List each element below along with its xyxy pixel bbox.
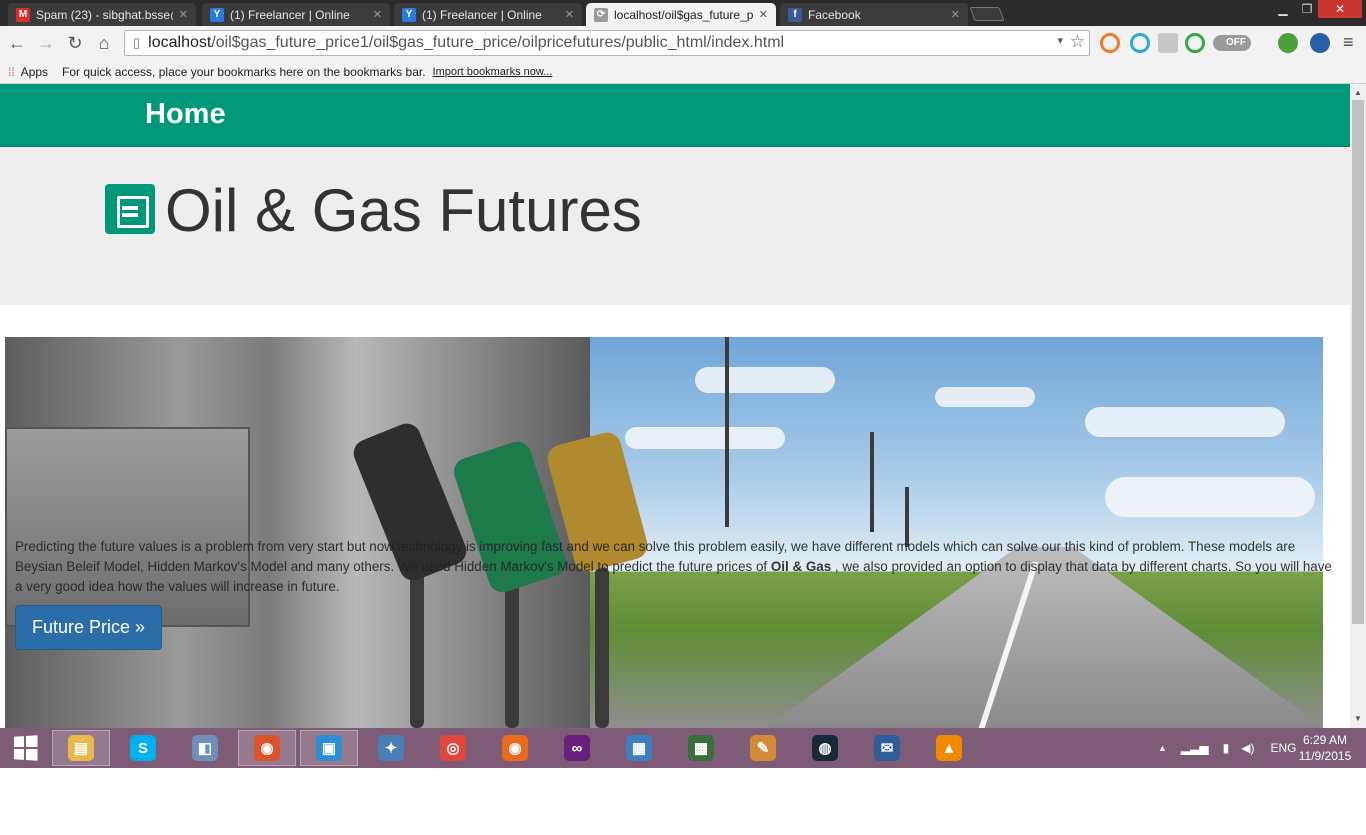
taskbar-app-button[interactable]: ◎ bbox=[424, 730, 482, 766]
page-icon: ▯ bbox=[133, 35, 141, 50]
scroll-down-icon[interactable]: ▼ bbox=[1354, 714, 1362, 723]
bookmarks-hint: For quick access, place your bookmarks h… bbox=[62, 64, 426, 79]
taskbar-app-button[interactable]: S bbox=[114, 730, 172, 766]
gmail-icon: M bbox=[16, 7, 30, 22]
tab-label: localhost/oil$gas_future_p bbox=[614, 7, 753, 22]
taskbar-app-button[interactable]: ▦ bbox=[610, 730, 668, 766]
taskbar-clock[interactable]: 6:29 AM 11/9/2015 bbox=[1290, 732, 1360, 764]
close-icon[interactable]: ✕ bbox=[759, 8, 768, 21]
page-viewport: Home Oil & Gas Futures Predicting the fu… bbox=[0, 84, 1350, 728]
close-icon[interactable]: ✕ bbox=[179, 8, 188, 21]
future-price-button[interactable]: Future Price » bbox=[15, 605, 162, 650]
taskbar-app-button[interactable]: ✦ bbox=[362, 730, 420, 766]
close-icon[interactable]: ✕ bbox=[373, 8, 382, 21]
taskbar-app-button[interactable]: ∞ bbox=[548, 730, 606, 766]
back-button[interactable]: ← bbox=[5, 31, 29, 55]
tab-facebook[interactable]: f Facebook ✕ bbox=[780, 3, 968, 26]
safari-icon: ✦ bbox=[378, 735, 404, 761]
tab-label: (1) Freelancer | Online bbox=[422, 7, 542, 22]
toggle-label: OFF bbox=[1226, 37, 1246, 48]
taskbar-app-button[interactable]: ✎ bbox=[734, 730, 792, 766]
url-host: localhost bbox=[148, 34, 212, 51]
banner-text-bold: Oil & Gas bbox=[770, 559, 832, 574]
browser-titlebar: M Spam (23) - sibghat.bsse@ ✕ Y (1) Free… bbox=[0, 0, 1366, 26]
page-title: Oil & Gas Futures bbox=[165, 177, 642, 244]
taskbar-app-button[interactable]: ◉ bbox=[238, 730, 296, 766]
site-logo-icon bbox=[105, 184, 155, 234]
import-bookmarks-link[interactable]: Import bookmarks now... bbox=[433, 66, 553, 78]
network-signal-icon[interactable]: ▂▃▅ bbox=[1181, 741, 1209, 755]
tab-label: (1) Freelancer | Online bbox=[230, 7, 350, 22]
power-icon[interactable] bbox=[1185, 33, 1205, 53]
chrome-icon: ◎ bbox=[440, 735, 466, 761]
nav-home-link[interactable]: Home bbox=[145, 98, 226, 131]
new-tab-button[interactable] bbox=[969, 7, 1005, 21]
taskbar-app-button[interactable]: ✉ bbox=[858, 730, 916, 766]
globe-icon[interactable] bbox=[1278, 33, 1298, 53]
site-navbar: Home bbox=[0, 84, 1350, 147]
file-explorer-icon: ▤ bbox=[68, 735, 94, 761]
virtualbox-icon: ◧ bbox=[192, 735, 218, 761]
clock-time: 6:29 AM bbox=[1302, 733, 1348, 747]
tab-label: Spam (23) - sibghat.bsse@ bbox=[36, 7, 173, 22]
taskbar-app-button[interactable]: ▣ bbox=[300, 730, 358, 766]
taskbar-app-button[interactable]: ◉ bbox=[486, 730, 544, 766]
taskbar-app-button[interactable]: ◍ bbox=[796, 730, 854, 766]
apps-grid-icon: ⁞⁞ bbox=[8, 64, 15, 79]
close-icon[interactable]: ✕ bbox=[565, 8, 574, 21]
taskbar-app-button[interactable]: ▩ bbox=[672, 730, 730, 766]
apps-link[interactable]: Apps bbox=[21, 65, 48, 79]
system-tray: ▲ ▂▃▅ ▮ ◀) ENG bbox=[1158, 728, 1296, 768]
page-scrollbar[interactable]: ▲ ▼ bbox=[1350, 84, 1366, 728]
visual-studio-icon: ∞ bbox=[564, 735, 590, 761]
scroll-up-icon[interactable]: ▲ bbox=[1354, 88, 1362, 97]
taskbar-app-button[interactable]: ▤ bbox=[52, 730, 110, 766]
steam-icon: ◍ bbox=[812, 735, 838, 761]
vlc-icon: ▲ bbox=[936, 735, 962, 761]
toggle-off-switch[interactable]: OFF bbox=[1213, 35, 1251, 51]
volume-icon[interactable]: ◀) bbox=[1241, 741, 1254, 755]
facebook-icon: f bbox=[788, 7, 802, 22]
banner-description: Predicting the future values is a proble… bbox=[15, 537, 1335, 597]
sublime-icon: ▣ bbox=[316, 735, 342, 761]
bookmarks-bar: ⁞⁞ Apps For quick access, place your boo… bbox=[0, 60, 1366, 84]
eagle-extension-icon[interactable] bbox=[1310, 33, 1330, 53]
start-button[interactable] bbox=[0, 730, 50, 766]
tab-label: Facebook bbox=[808, 7, 861, 22]
scrollbar-thumb[interactable] bbox=[1352, 100, 1364, 624]
clock-date: 11/9/2015 bbox=[1298, 749, 1352, 763]
star-icon[interactable]: ☆ bbox=[1070, 32, 1085, 52]
paint-icon: ✎ bbox=[750, 735, 776, 761]
freelancer-icon: Y bbox=[402, 7, 416, 22]
remote-desktop-icon: ▦ bbox=[626, 735, 652, 761]
firefox-dev-icon: ◉ bbox=[254, 735, 280, 761]
taskbar-app-button[interactable]: ▲ bbox=[920, 730, 978, 766]
show-hidden-icons-icon[interactable]: ▲ bbox=[1158, 743, 1167, 753]
close-window-button[interactable]: ✕ bbox=[1318, 0, 1362, 18]
taskbar-app-button[interactable]: ◧ bbox=[176, 730, 234, 766]
url-path: /oil$gas_future_price1/oil$gas_future_pr… bbox=[211, 34, 785, 51]
tab-freelancer-2[interactable]: Y (1) Freelancer | Online ✕ bbox=[394, 3, 582, 26]
thunderbird-icon: ✉ bbox=[874, 735, 900, 761]
menu-icon[interactable]: ≡ bbox=[1343, 32, 1354, 53]
address-bar[interactable]: ▯ localhost/oil$gas_future_price1/oil$ga… bbox=[124, 30, 1090, 56]
headphones-icon[interactable] bbox=[1130, 33, 1150, 53]
home-icon[interactable]: ⌂ bbox=[92, 31, 116, 55]
forward-button[interactable]: → bbox=[34, 31, 58, 55]
tab-freelancer-1[interactable]: Y (1) Freelancer | Online ✕ bbox=[202, 3, 390, 26]
skype-icon: S bbox=[130, 735, 156, 761]
close-icon[interactable]: ✕ bbox=[951, 8, 960, 21]
battery-icon[interactable]: ▮ bbox=[1223, 741, 1230, 755]
game-icon: ▩ bbox=[688, 735, 714, 761]
dropdown-icon[interactable]: ▾ bbox=[1057, 34, 1063, 47]
freelancer-icon: Y bbox=[210, 7, 224, 22]
reload-button[interactable]: ↻ bbox=[63, 31, 87, 55]
extension-icon[interactable] bbox=[1100, 33, 1120, 53]
hero-banner-image bbox=[5, 337, 1323, 728]
download-icon[interactable] bbox=[1158, 33, 1178, 53]
page-icon: ⟳ bbox=[594, 7, 608, 22]
tab-gmail[interactable]: M Spam (23) - sibghat.bsse@ ✕ bbox=[8, 3, 196, 26]
tab-localhost[interactable]: ⟳ localhost/oil$gas_future_p ✕ bbox=[586, 3, 776, 26]
firefox-icon: ◉ bbox=[502, 735, 528, 761]
